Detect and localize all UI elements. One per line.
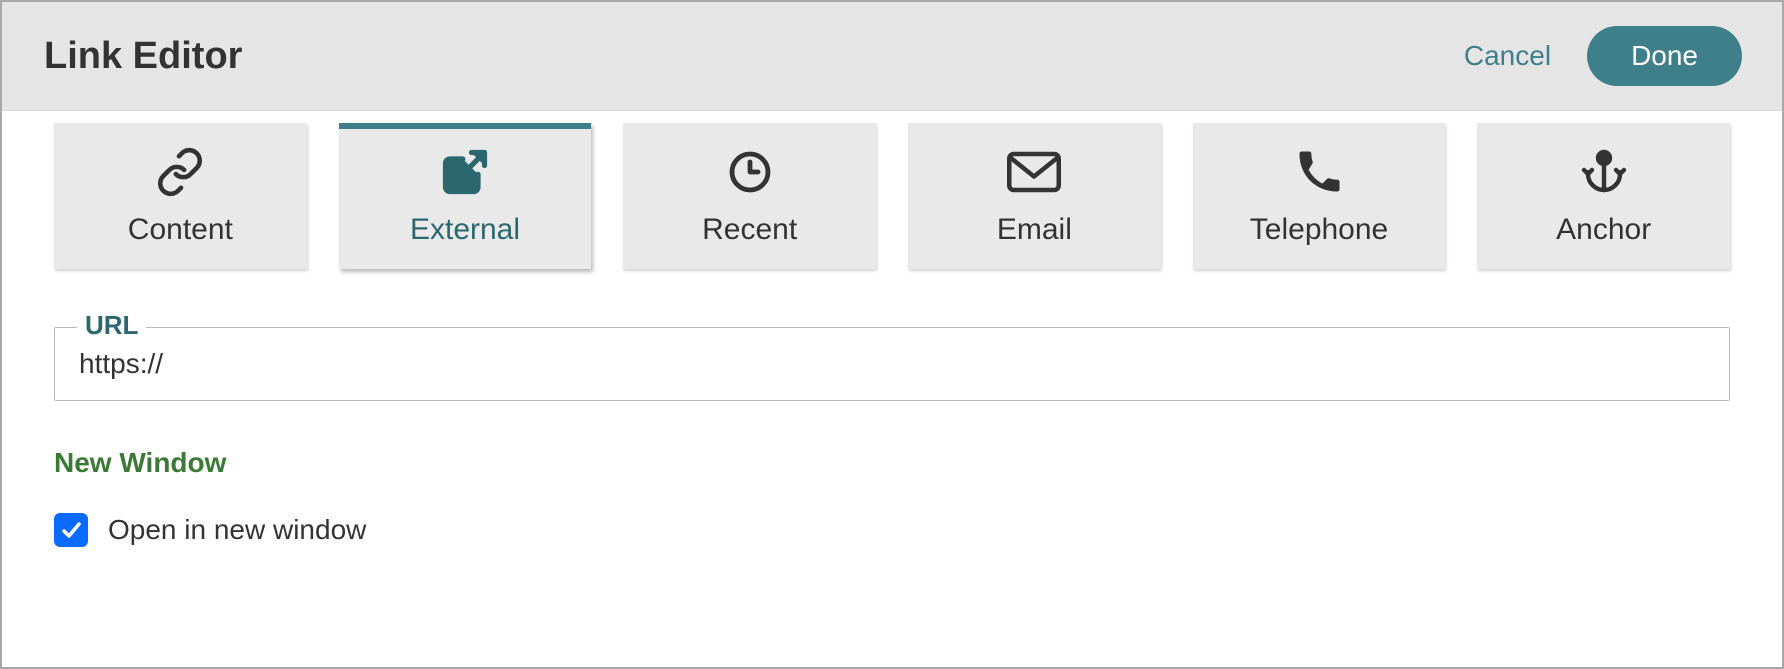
tab-label: Email: [997, 213, 1072, 247]
tab-content[interactable]: Content: [54, 123, 307, 269]
new-window-section-label: New Window: [54, 447, 1730, 479]
header-actions: Cancel Done: [1464, 26, 1742, 86]
envelope-icon: [1006, 149, 1062, 195]
tab-label: External: [410, 213, 520, 247]
cancel-button[interactable]: Cancel: [1464, 40, 1551, 72]
link-type-tabs: Content External Recent: [2, 111, 1782, 269]
anchor-icon: [1576, 149, 1632, 195]
external-link-form: URL New Window Open in new window: [2, 269, 1782, 587]
clock-icon: [722, 149, 778, 195]
url-input[interactable]: [55, 328, 1729, 400]
url-field-label: URL: [77, 310, 146, 341]
dialog-title: Link Editor: [44, 35, 242, 78]
external-link-icon: [437, 149, 493, 195]
dialog-header: Link Editor Cancel Done: [2, 2, 1782, 111]
tab-anchor[interactable]: Anchor: [1477, 123, 1730, 269]
tab-telephone[interactable]: Telephone: [1193, 123, 1446, 269]
open-new-window-checkbox[interactable]: [54, 513, 88, 547]
tab-label: Telephone: [1250, 213, 1388, 247]
done-button[interactable]: Done: [1587, 26, 1742, 86]
url-field-group: URL: [54, 327, 1730, 401]
tab-label: Recent: [702, 213, 797, 247]
tab-email[interactable]: Email: [908, 123, 1161, 269]
tab-recent[interactable]: Recent: [623, 123, 876, 269]
open-new-window-label: Open in new window: [108, 514, 366, 546]
link-icon: [152, 149, 208, 195]
phone-icon: [1291, 149, 1347, 195]
tab-external[interactable]: External: [339, 123, 592, 269]
tab-label: Anchor: [1556, 213, 1651, 247]
tab-label: Content: [128, 213, 233, 247]
open-new-window-row: Open in new window: [54, 513, 1730, 547]
link-editor-dialog: Link Editor Cancel Done Content: [0, 0, 1784, 669]
